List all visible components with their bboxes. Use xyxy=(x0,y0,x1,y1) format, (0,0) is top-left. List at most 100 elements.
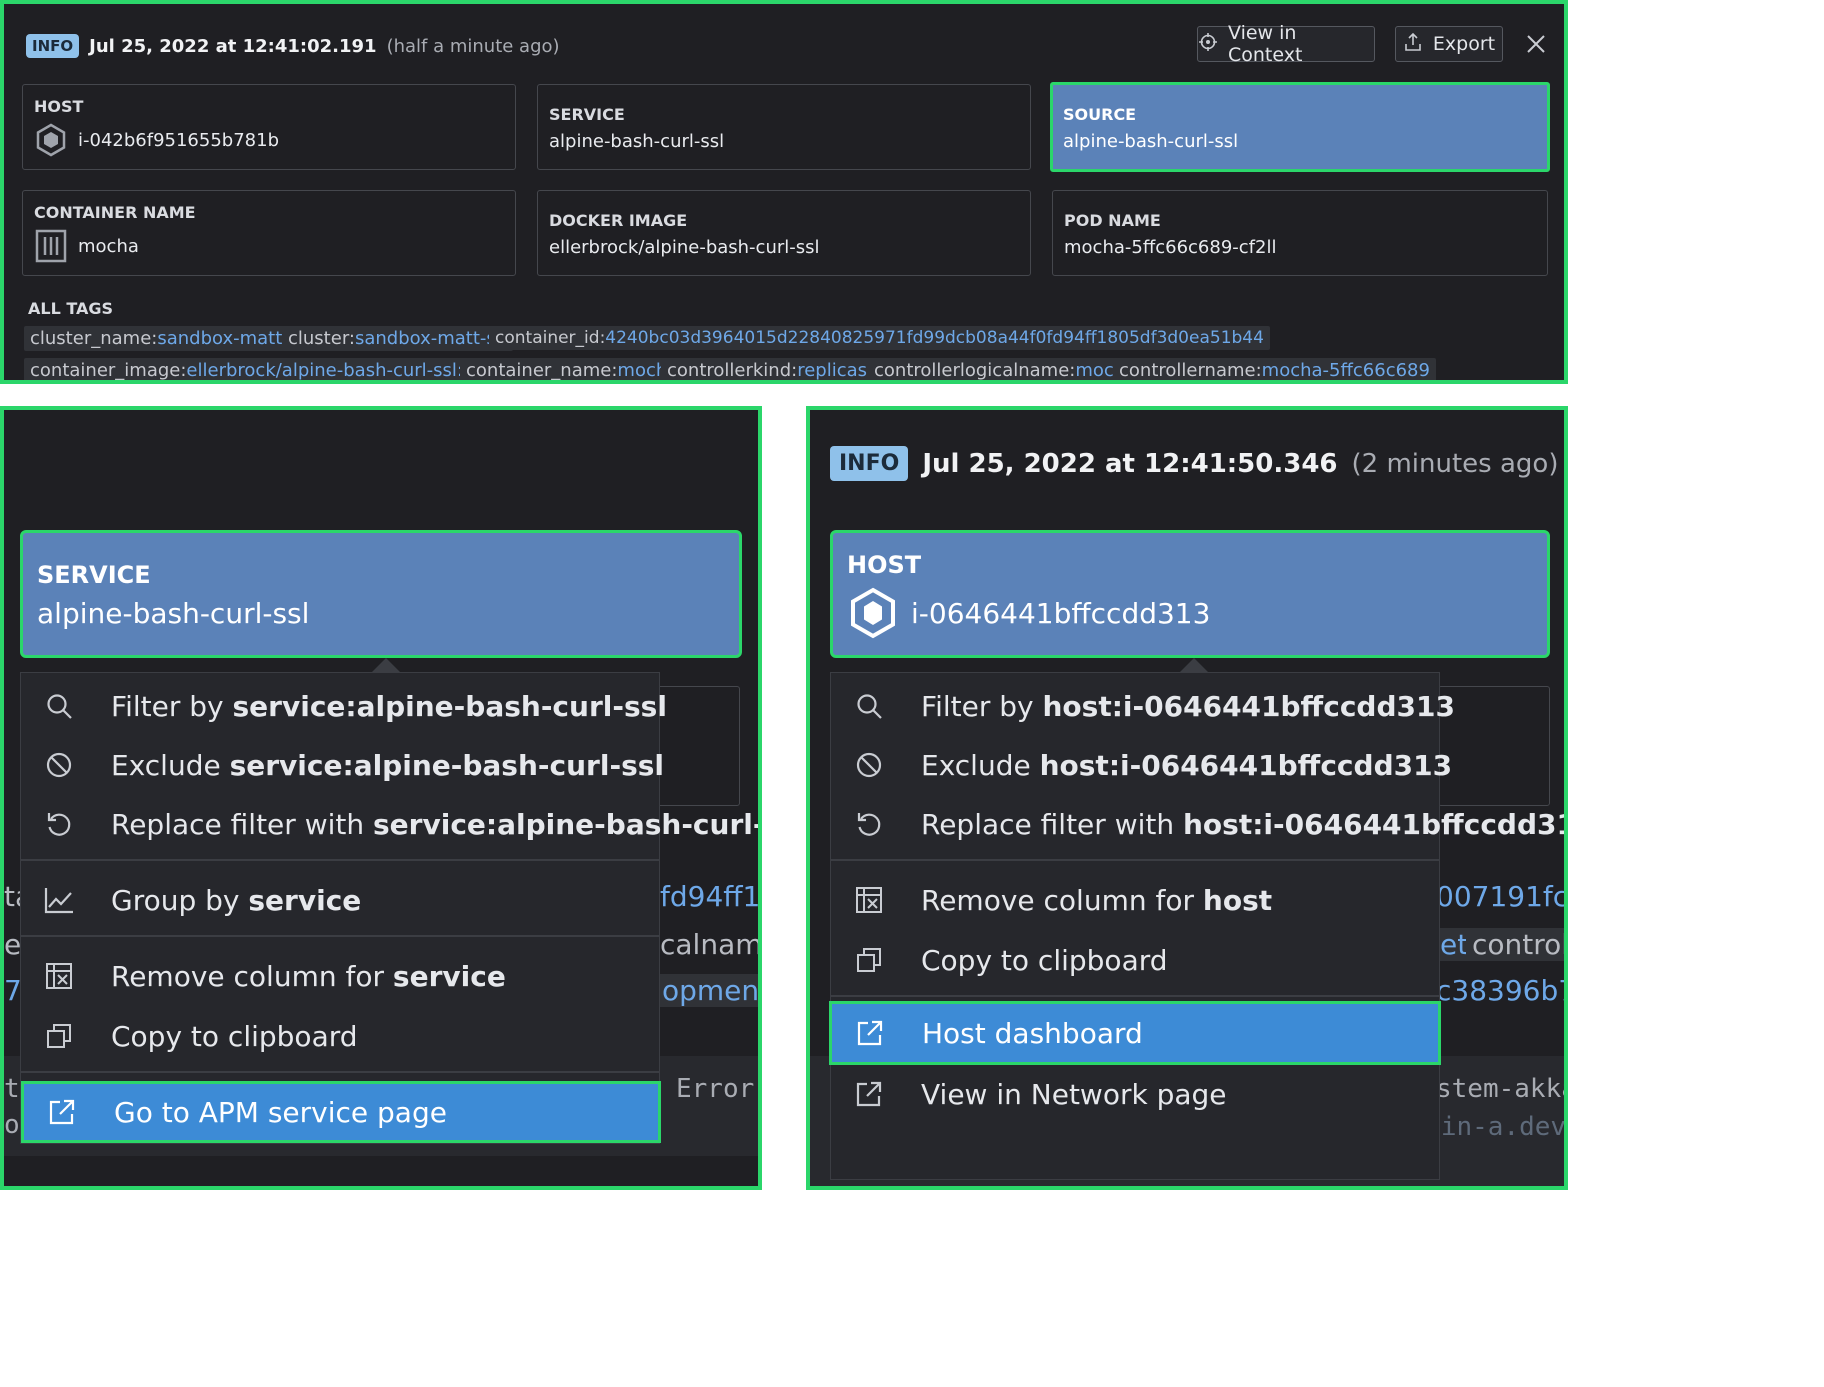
external-link-icon xyxy=(854,1017,886,1049)
tag-chip[interactable]: controllerkind:replicaset xyxy=(661,358,892,380)
background-text: calname: xyxy=(660,928,762,961)
log-detail-panel-top: INFO Jul 25, 2022 at 12:41:02.191 (half … xyxy=(0,0,1568,384)
menu-item-host-dashboard[interactable]: Host dashboard xyxy=(829,1001,1441,1065)
level-badge: INFO xyxy=(830,446,909,481)
menu-item-text: Exclude xyxy=(111,748,230,782)
host-card-label: HOST xyxy=(34,97,84,116)
menu-item-copy[interactable]: Copy to clipboard xyxy=(831,931,1439,989)
undo-icon xyxy=(853,808,885,840)
view-in-context-label: View in Context xyxy=(1228,22,1303,66)
menu-item-bold: host:i-0646441bffccdd313 xyxy=(1042,689,1455,723)
menu-item-text: Host dashboard xyxy=(922,1016,1143,1050)
tag-chip[interactable]: cluster:sandbox-matt-sn xyxy=(282,326,514,351)
menu-item-bold: service:alpine-bash-curl-ssl xyxy=(229,748,665,782)
background-text: controlle xyxy=(1466,928,1564,961)
export-label: Export xyxy=(1432,33,1496,55)
host-card[interactable]: HOST i-042b6f951655b781b xyxy=(22,84,516,170)
close-icon[interactable] xyxy=(1522,30,1550,58)
menu-item-group-by[interactable]: Group by service xyxy=(21,871,659,929)
menu-item-exclude[interactable]: Exclude host:i-0646441bffccdd313 xyxy=(831,736,1452,794)
tag-chip[interactable]: container_image:ellerbrock/alpine-bash-c… xyxy=(24,358,520,381)
all-tags-label: ALL TAGS xyxy=(28,299,114,318)
tag-key: cluster_name: xyxy=(30,328,158,349)
menu-pointer xyxy=(1180,658,1208,672)
tag-chip[interactable]: controllername:mocha-5ffc66c689 xyxy=(1113,358,1436,381)
tag-chip[interactable]: container_name:mocha xyxy=(460,358,685,381)
container-name-value: mocha xyxy=(78,236,139,257)
service-card[interactable]: SERVICE alpine-bash-curl-ssl xyxy=(537,84,1031,170)
menu-item-bold: service xyxy=(392,959,506,993)
menu-item-apm-service-page[interactable]: Go to APM service page xyxy=(21,1081,661,1143)
service-card-label: SERVICE xyxy=(549,105,625,124)
hexagon-icon xyxy=(849,587,897,643)
menu-divider xyxy=(21,935,659,937)
host-card-value: i-042b6f951655b781b xyxy=(78,130,279,151)
menu-item-network-page[interactable]: View in Network page xyxy=(831,1065,1439,1123)
host-context-menu-panel: INFO Jul 25, 2022 at 12:41:50.346 (2 min… xyxy=(806,406,1568,1190)
menu-item-filter-by[interactable]: Filter by service:alpine-bash-curl-ssl xyxy=(21,677,667,735)
tag-key: controllername: xyxy=(1119,360,1262,381)
docker-image-card[interactable]: DOCKER IMAGE ellerbrock/alpine-bash-curl… xyxy=(537,190,1031,276)
tag-value: sandbox-matt-sn xyxy=(354,328,508,349)
host-card-selected[interactable]: HOST i-0646441bffccdd313 xyxy=(830,530,1550,658)
menu-item-remove-column[interactable]: Remove column for service xyxy=(21,947,659,1005)
export-button[interactable]: Export xyxy=(1395,26,1503,62)
background-text: opment xyxy=(656,974,758,1007)
menu-item-exclude[interactable]: Exclude service:alpine-bash-curl-ssl xyxy=(21,736,664,794)
menu-item-bold: host xyxy=(1202,883,1273,917)
menu-item-text: Copy to clipboard xyxy=(921,943,1168,977)
docker-image-value: ellerbrock/alpine-bash-curl-ssl xyxy=(549,237,820,258)
pod-name-value: mocha-5ffc66c689-cf2ll xyxy=(1064,237,1277,258)
service-context-menu-panel: fd94ff180 calname: opment ta er 71 Error… xyxy=(0,406,762,1190)
prohibit-icon xyxy=(43,749,75,781)
menu-item-text: Remove column for xyxy=(921,883,1203,917)
table-remove-icon xyxy=(853,884,885,916)
context-menu: Filter by host:i-0646441bffccdd313 Exclu… xyxy=(829,672,1564,1180)
menu-item-text: Filter by xyxy=(921,689,1043,723)
menu-item-text: Filter by xyxy=(111,689,233,723)
hexagon-icon xyxy=(35,123,67,161)
tag-key: container_name: xyxy=(466,360,618,381)
pod-name-card[interactable]: POD NAME mocha-5ffc66c689-cf2ll xyxy=(1052,190,1548,276)
menu-item-replace-filter[interactable]: Replace filter with service:alpine-bash-… xyxy=(21,795,758,853)
prohibit-icon xyxy=(853,749,885,781)
menu-item-copy[interactable]: Copy to clipboard xyxy=(21,1007,659,1065)
background-text: 007191fc466 xyxy=(1436,880,1568,913)
menu-item-bold: service xyxy=(248,883,362,917)
menu-item-text: Replace filter with xyxy=(921,807,1183,841)
search-icon xyxy=(43,690,75,722)
tag-value: mocha-5ffc66c689 xyxy=(1261,360,1430,381)
source-card-label: SOURCE xyxy=(1063,105,1137,124)
undo-icon xyxy=(43,808,75,840)
tag-chip[interactable]: cluster_name:sandbox-matt-sn xyxy=(24,326,316,351)
background-text: Error xyxy=(676,1074,755,1104)
menu-item-bold: host:i-0646441bffccdd313 xyxy=(1183,807,1568,841)
menu-item-text: Replace filter with xyxy=(111,807,373,841)
menu-item-remove-column[interactable]: Remove column for host xyxy=(831,871,1439,929)
tag-chip[interactable]: container_id:4240bc03d3964015d2284082597… xyxy=(489,326,1270,350)
log-relative-time: (2 minutes ago) xyxy=(1351,448,1559,479)
menu-divider xyxy=(21,859,659,861)
service-card-label: SERVICE xyxy=(37,561,151,589)
menu-item-replace-filter[interactable]: Replace filter with host:i-0646441bffccd… xyxy=(831,795,1564,853)
source-card-value: alpine-bash-curl-ssl xyxy=(1063,131,1239,152)
service-card-selected[interactable]: SERVICE alpine-bash-curl-ssl xyxy=(20,530,742,658)
log-timestamp: Jul 25, 2022 at 12:41:50.346 xyxy=(922,448,1338,479)
crosshair-icon xyxy=(1198,32,1218,57)
copy-icon xyxy=(853,944,885,976)
log-relative-time: (half a minute ago) xyxy=(386,35,560,57)
menu-pointer xyxy=(372,658,400,672)
tag-chip[interactable]: controllerlogicalname:mocha xyxy=(868,358,1143,380)
tag-key: container_image: xyxy=(30,360,187,381)
menu-divider xyxy=(831,995,1439,997)
menu-item-text: Remove column for xyxy=(111,959,393,993)
service-card-value: alpine-bash-curl-ssl xyxy=(37,597,310,630)
source-card[interactable]: SOURCE alpine-bash-curl-ssl xyxy=(1050,82,1550,172)
menu-item-text: View in Network page xyxy=(921,1077,1227,1111)
view-in-context-button[interactable]: View in Context xyxy=(1197,22,1375,66)
host-card-label: HOST xyxy=(847,551,922,579)
menu-item-filter-by[interactable]: Filter by host:i-0646441bffccdd313 xyxy=(831,677,1455,735)
container-name-card[interactable]: CONTAINER NAME mocha xyxy=(22,190,516,276)
menu-item-bold: service:alpine-bash-curl-ssl xyxy=(373,807,758,841)
copy-icon xyxy=(43,1020,75,1052)
